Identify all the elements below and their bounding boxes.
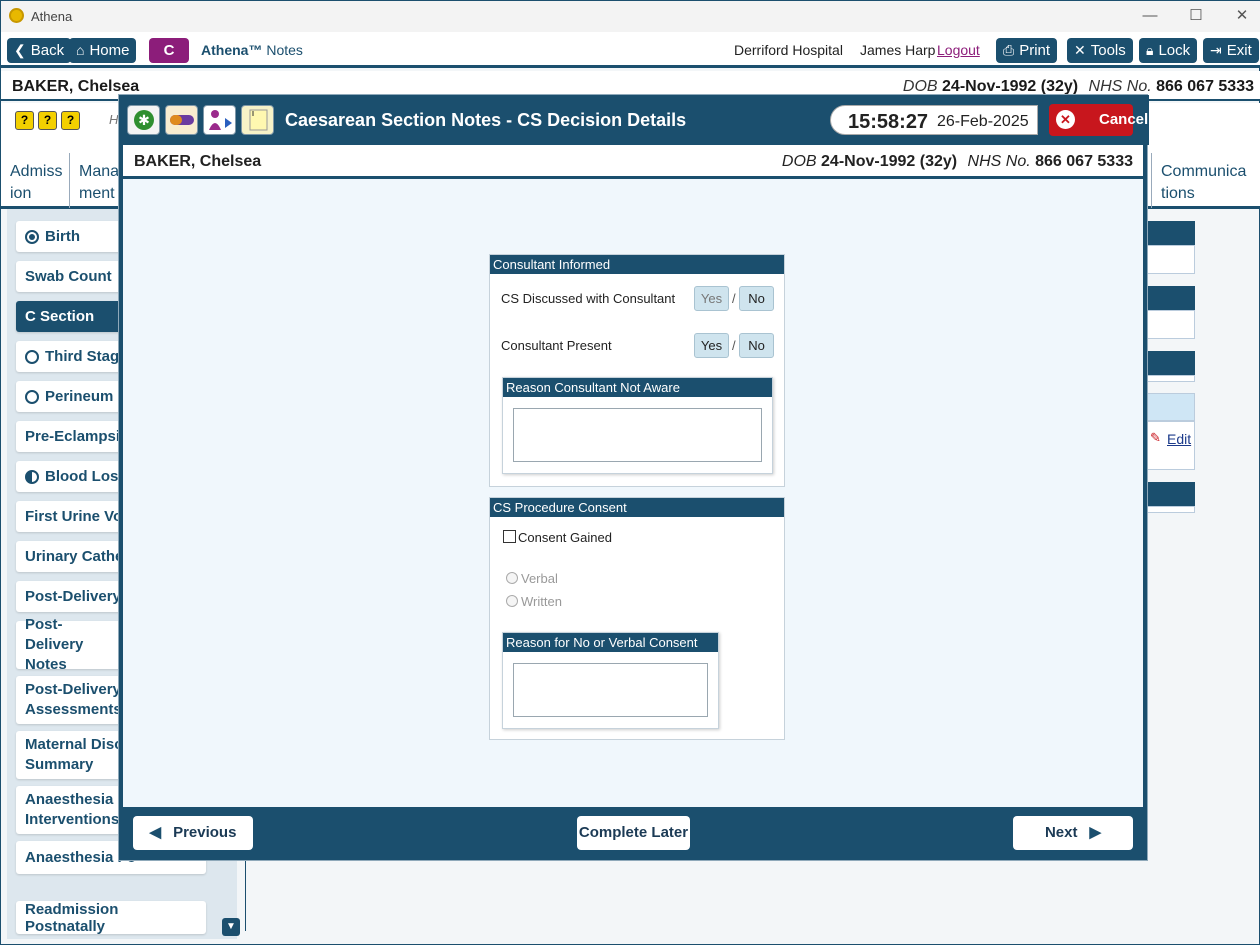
- help-list-icon[interactable]: ?: [15, 111, 34, 130]
- right-panel-body: [1141, 245, 1195, 274]
- print-button[interactable]: ⎙ Print: [996, 38, 1058, 63]
- back-button[interactable]: ❮ Back: [7, 38, 72, 63]
- right-panel-header: [1141, 221, 1195, 246]
- right-panel-edit-area: ✎ Edit: [1141, 421, 1195, 470]
- modal-body: Consultant Informed CS Discussed with Co…: [123, 179, 1143, 807]
- right-panel-body-2: [1141, 310, 1195, 339]
- chevron-down-icon: ▼: [226, 921, 236, 932]
- maximize-button[interactable]: ☐: [1173, 5, 1219, 27]
- pencil-icon: ✎: [1150, 430, 1161, 445]
- window-title: Athena: [31, 9, 73, 24]
- empty-status-icon: [25, 389, 39, 404]
- consent-gained-label: Consent Gained: [518, 530, 612, 545]
- written-label: Written: [521, 594, 562, 609]
- consultant-present-label: Consultant Present: [501, 338, 612, 353]
- clock-date: 26-Feb-2025: [937, 113, 1029, 130]
- written-radio[interactable]: [506, 595, 518, 607]
- verbal-label: Verbal: [521, 571, 558, 586]
- logout-link[interactable]: Logout: [937, 42, 980, 58]
- cs-discussed-yes-button[interactable]: Yes: [694, 286, 729, 311]
- modal-patient-name: BAKER, Chelsea: [134, 153, 262, 170]
- separator: /: [732, 338, 736, 353]
- scroll-down-button[interactable]: ▼: [222, 918, 240, 936]
- cs-procedure-consent-panel: CS Procedure Consent Consent Gained Verb…: [489, 497, 785, 740]
- tools-icon: ✕: [1074, 42, 1086, 58]
- arrow-right-icon: ▶: [1089, 824, 1102, 841]
- minimize-button[interactable]: —: [1127, 5, 1173, 27]
- edit-link[interactable]: Edit: [1167, 431, 1191, 447]
- separator: /: [732, 291, 736, 306]
- patient-transfer-icon[interactable]: [203, 105, 236, 135]
- title-bar: Athena — ☐ ✕: [1, 1, 1260, 32]
- consultant-informed-header: Consultant Informed: [490, 255, 784, 274]
- help-icon[interactable]: ?: [38, 111, 57, 130]
- right-panel-header-4: [1141, 482, 1195, 507]
- partial-status-icon: [25, 469, 39, 484]
- consultant-informed-panel: Consultant Informed CS Discussed with Co…: [489, 254, 785, 487]
- exit-button[interactable]: ⇥ Exit: [1203, 38, 1259, 63]
- athena-logo-icon: [9, 8, 24, 23]
- clock: 15:58:27 26-Feb-2025: [830, 105, 1038, 135]
- lock-button[interactable]: 🔒︎ Lock: [1139, 38, 1198, 63]
- modal-title: Caesarean Section Notes - CS Decision De…: [285, 110, 687, 130]
- complete-status-icon: [25, 229, 39, 244]
- modal-patient-banner: BAKER, Chelsea DOB 24-Nov-1992 (32y) NHS…: [123, 145, 1143, 179]
- chevron-left-icon: ❮: [14, 42, 26, 58]
- right-panel-body-3: [1141, 375, 1195, 382]
- lock-icon: 🔒︎: [1146, 42, 1154, 58]
- previous-button[interactable]: ◀ Previous: [133, 816, 253, 850]
- cs-discussed-no-button[interactable]: No: [739, 286, 774, 311]
- home-button[interactable]: ⌂ Home: [69, 38, 137, 63]
- close-button[interactable]: ✕: [1219, 5, 1260, 27]
- reason-no-verbal-consent-section: Reason for No or Verbal Consent: [502, 632, 719, 729]
- reason-no-verbal-consent-textarea[interactable]: [513, 663, 708, 717]
- tools-button[interactable]: ✕ Tools: [1067, 38, 1133, 63]
- help-icon-2[interactable]: ?: [61, 111, 80, 130]
- reason-not-aware-header: Reason Consultant Not Aware: [503, 378, 772, 397]
- right-panel-header-3: [1141, 351, 1195, 376]
- notes-icon[interactable]: [241, 105, 274, 135]
- reason-no-verbal-consent-header: Reason for No or Verbal Consent: [503, 633, 718, 652]
- user-name: James Harp: [860, 42, 936, 58]
- exit-icon: ⇥: [1210, 42, 1222, 58]
- consultant-present-no-button[interactable]: No: [739, 333, 774, 358]
- app-name: Athena™ Notes: [201, 42, 303, 58]
- reason-not-aware-textarea[interactable]: [513, 408, 762, 462]
- consultant-present-yes-button[interactable]: Yes: [694, 333, 729, 358]
- c-badge[interactable]: C: [149, 38, 189, 63]
- verbal-radio[interactable]: [506, 572, 518, 584]
- cs-decision-modal: ✱ Caesarean Section Notes - CS Decision …: [118, 94, 1149, 861]
- cs-procedure-consent-header: CS Procedure Consent: [490, 498, 784, 517]
- svg-text:✱: ✱: [138, 113, 150, 129]
- main-toolbar: ❮ Back ⌂ Home C Athena™ Notes Derriford Ho…: [1, 32, 1260, 68]
- sidebar-item-readmission-postnatally[interactable]: Readmission Postnatally: [16, 901, 206, 935]
- modal-footer: ◀ Previous Complete Later Next ▶: [123, 807, 1143, 857]
- empty-status-icon: [25, 349, 39, 364]
- arrow-left-icon: ◀: [149, 824, 162, 841]
- modal-header: ✱ Caesarean Section Notes - CS Decision …: [119, 95, 1149, 145]
- consent-gained-checkbox[interactable]: [503, 530, 516, 543]
- next-button[interactable]: Next ▶: [1013, 816, 1133, 850]
- close-icon: ✕: [1056, 110, 1075, 129]
- tab-admission[interactable]: Admiss ion: [1, 153, 70, 208]
- cs-discussed-label: CS Discussed with Consultant: [501, 291, 676, 306]
- right-panel-header-2: [1141, 286, 1195, 311]
- medication-pill-icon[interactable]: [165, 105, 198, 135]
- printer-icon: ⎙: [1003, 42, 1015, 58]
- complete-later-button[interactable]: Complete Later: [577, 816, 690, 850]
- right-panel-body-4: [1141, 506, 1195, 513]
- hint-text: H: [109, 112, 119, 127]
- cancel-button[interactable]: ✕ Cancel: [1049, 104, 1148, 136]
- medical-star-icon[interactable]: ✱: [127, 105, 160, 135]
- right-panel-highlight: [1141, 393, 1195, 421]
- modal-patient-info: DOB 24-Nov-1992 (32y) NHS No. 866 067 53…: [781, 153, 1133, 170]
- tab-communications[interactable]: Communica tions: [1151, 153, 1257, 208]
- reason-not-aware-section: Reason Consultant Not Aware: [502, 377, 773, 474]
- hospital-name: Derriford Hospital: [734, 42, 843, 58]
- clock-time: 15:58:27: [848, 111, 929, 133]
- home-icon: ⌂: [76, 42, 85, 58]
